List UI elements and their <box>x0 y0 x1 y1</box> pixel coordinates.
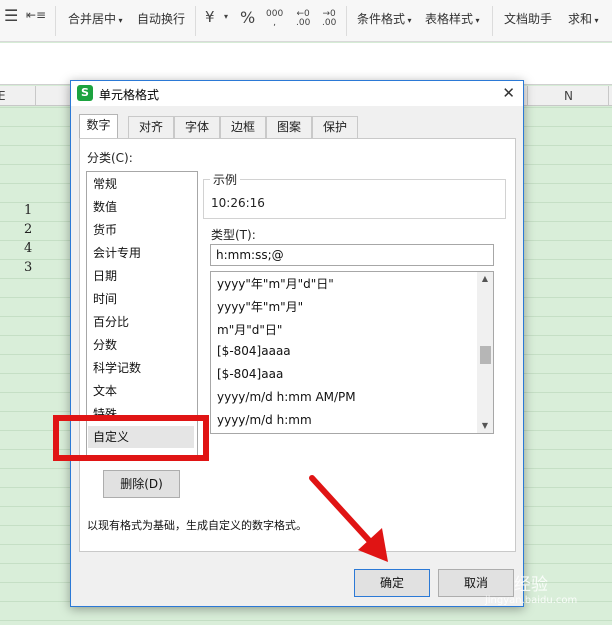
tab-alignment[interactable]: 对齐 <box>128 116 174 138</box>
watermark: 经验 jingyan.baidu.com <box>480 570 605 610</box>
cell-value[interactable]: 3 <box>24 260 32 275</box>
decrease-decimal-button[interactable]: →0 .00 <box>322 10 336 28</box>
ribbon-toolbar: ☰ ⇤≡ 合并居中 ▾ 自动换行 ¥ ▾ % 000 , ←0 .00 →0 .… <box>0 0 612 42</box>
column-divider <box>35 86 36 106</box>
tab-font[interactable]: 字体 <box>174 116 220 138</box>
scroll-up-icon[interactable]: ▲ <box>477 272 493 286</box>
format-list[interactable]: yyyy"年"m"月"d"日" yyyy"年"m"月" m"月"d"日" [$-… <box>210 271 494 434</box>
ok-button[interactable]: 确定 <box>354 569 430 597</box>
cell-value[interactable]: 2 <box>24 222 32 237</box>
chevron-down-icon: ▾ <box>473 16 480 25</box>
category-label: 分类(C): <box>87 151 133 165</box>
indent-icon[interactable]: ⇤≡ <box>26 8 46 22</box>
sample-value: 10:26:16 <box>211 196 265 210</box>
format-list-scrollbar[interactable]: ▲ ▼ <box>477 272 493 433</box>
close-icon[interactable]: ✕ <box>502 84 515 102</box>
watermark-url: jingyan.baidu.com <box>485 595 578 606</box>
format-item[interactable]: yyyy/m/d h:mm AM/PM <box>217 390 356 404</box>
format-item[interactable]: [$-804]aaa <box>217 367 283 381</box>
format-item[interactable]: m"月"d"日" <box>217 321 282 338</box>
watermark-brand: 经验 <box>514 575 548 595</box>
app-icon: S <box>77 85 93 101</box>
thousands-separator-button[interactable]: 000 , <box>266 10 283 28</box>
number-tab-panel: 分类(C): 常规 数值 货币 会计专用 日期 时间 百分比 分数 科学记数 文… <box>79 138 516 552</box>
tab-protection[interactable]: 保护 <box>312 116 358 138</box>
column-divider <box>527 86 528 106</box>
conditional-format-label: 条件格式 <box>357 12 406 26</box>
increase-decimal-button[interactable]: ←0 .00 <box>296 10 310 28</box>
toolbar-divider <box>492 6 493 36</box>
category-item[interactable]: 常规 <box>88 173 194 195</box>
currency-icon[interactable]: ¥ <box>205 8 215 26</box>
chevron-down-icon[interactable]: ▾ <box>224 12 228 21</box>
chevron-down-icon: ▾ <box>592 16 599 25</box>
format-item[interactable]: yyyy"年"m"月"d"日" <box>217 275 334 292</box>
toolbar-divider <box>195 6 196 36</box>
highlight-box-annotation <box>53 415 209 461</box>
category-item[interactable]: 分数 <box>88 334 194 356</box>
category-item[interactable]: 科学记数 <box>88 357 194 379</box>
category-item[interactable]: 百分比 <box>88 311 194 333</box>
tab-pattern[interactable]: 图案 <box>266 116 312 138</box>
category-item[interactable]: 数值 <box>88 196 194 218</box>
decrease-decimal-bottom: .00 <box>322 18 337 28</box>
category-item[interactable]: 日期 <box>88 265 194 287</box>
cell-value[interactable]: 4 <box>24 241 32 256</box>
sum-label: 求和 <box>568 12 593 26</box>
category-item[interactable]: 会计专用 <box>88 242 194 264</box>
category-item[interactable]: 货币 <box>88 219 194 241</box>
column-letter-e[interactable]: E <box>0 89 6 103</box>
delete-button[interactable]: 删除(D) <box>103 470 180 498</box>
thousands-bottom: , <box>273 18 277 28</box>
red-arrow-annotation <box>309 475 388 562</box>
category-item[interactable]: 时间 <box>88 288 194 310</box>
auto-wrap-button[interactable]: 自动换行 <box>137 10 185 27</box>
format-description: 以现有格式为基础，生成自定义的数字格式。 <box>87 519 307 532</box>
type-input[interactable] <box>210 244 494 266</box>
column-letter-n[interactable]: N <box>564 89 573 103</box>
chevron-down-icon: ▾ <box>116 16 123 25</box>
merge-center-button[interactable]: 合并居中 ▾ <box>68 10 123 27</box>
cell-value[interactable]: 1 <box>24 203 32 218</box>
toolbar-divider <box>55 6 56 36</box>
tab-number[interactable]: 数字 <box>79 114 118 138</box>
column-divider <box>608 86 609 106</box>
percent-button[interactable]: % <box>240 8 255 27</box>
scroll-down-icon[interactable]: ▼ <box>477 419 493 433</box>
table-style-label: 表格样式 <box>425 12 474 26</box>
format-cells-dialog: S 单元格格式 ✕ 数字 对齐 字体 边框 图案 保护 分类(C): 常规 数值… <box>70 80 524 607</box>
merge-center-label: 合并居中 <box>68 12 117 26</box>
dialog-titlebar[interactable]: S 单元格格式 ✕ <box>71 81 523 106</box>
align-justify-icon[interactable]: ☰ <box>4 6 18 25</box>
toolbar-divider <box>346 6 347 36</box>
category-item[interactable]: 文本 <box>88 380 194 402</box>
table-style-button[interactable]: 表格样式 ▾ <box>425 10 480 27</box>
tab-border[interactable]: 边框 <box>220 116 266 138</box>
doc-helper-button[interactable]: 文档助手 <box>504 10 552 27</box>
chevron-down-icon: ▾ <box>405 16 412 25</box>
format-item[interactable]: yyyy"年"m"月" <box>217 298 303 315</box>
format-item[interactable]: [$-804]aaaa <box>217 344 291 358</box>
sample-title: 示例 <box>210 171 241 188</box>
dialog-title: 单元格格式 <box>99 88 160 102</box>
type-label: 类型(T): <box>211 228 256 242</box>
conditional-format-button[interactable]: 条件格式 ▾ <box>357 10 412 27</box>
format-item[interactable]: yyyy/m/d h:mm <box>217 413 312 427</box>
sum-button[interactable]: 求和 ▾ <box>568 10 599 27</box>
formula-bar[interactable] <box>0 43 612 85</box>
increase-decimal-bottom: .00 <box>296 18 311 28</box>
scroll-thumb[interactable] <box>480 346 491 364</box>
